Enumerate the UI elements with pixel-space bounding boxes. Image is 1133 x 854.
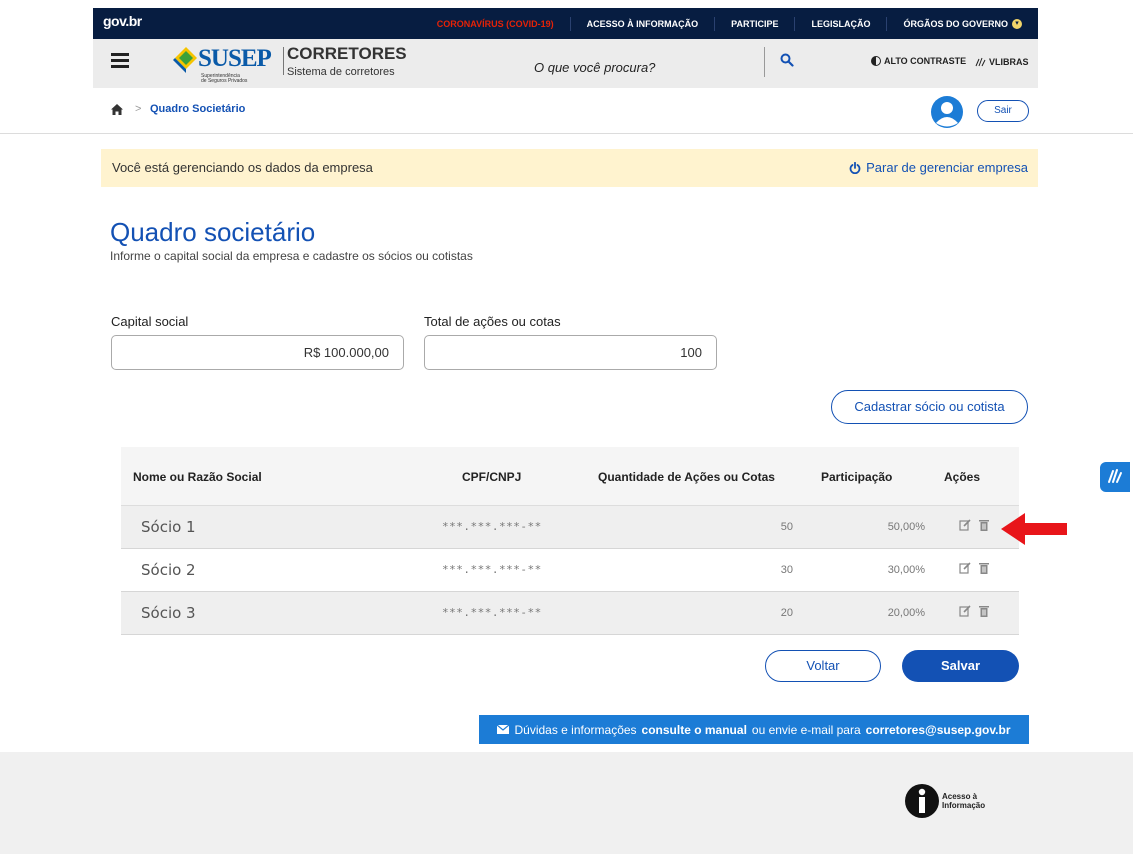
row-cpf: ***.***.***-** (442, 563, 542, 576)
table-row: Sócio 2 ***.***.***-** 30 30,00% (121, 549, 1019, 592)
edit-icon[interactable] (959, 519, 971, 531)
hand-sign-icon (1108, 469, 1122, 483)
vlibras-toggle[interactable]: VLIBRAS (973, 56, 1029, 68)
search-icon[interactable] (780, 53, 794, 67)
table-row: Sócio 3 ***.***.***-** 20 20,00% (121, 592, 1019, 635)
vlibras-widget[interactable] (1100, 462, 1130, 492)
partners-table: Nome ou Razão Social CPF/CNPJ Quantidade… (121, 447, 1019, 635)
gov-links: CORONAVÍRUS (COVID-19) ACESSO À INFORMAÇ… (421, 8, 1038, 39)
hand-sign-icon (975, 57, 986, 67)
save-button[interactable]: Salvar (902, 650, 1019, 682)
row-actions (959, 562, 989, 574)
row-cpf: ***.***.***-** (442, 606, 542, 619)
search-input[interactable]: O que você procura? (534, 60, 655, 75)
col-actions: Ações (944, 470, 981, 484)
row-qtd: 20 (780, 607, 793, 619)
trash-icon[interactable] (979, 605, 989, 617)
col-cpf: CPF/CNPJ (462, 470, 522, 484)
link-orgaos-label: ÓRGÃOS DO GOVERNO (903, 18, 1008, 29)
row-qtd: 30 (780, 564, 793, 576)
edit-icon[interactable] (959, 562, 971, 574)
info-icon (905, 784, 939, 818)
contrast-icon (871, 56, 881, 66)
table-header: Nome ou Razão Social CPF/CNPJ Quantidade… (121, 447, 1019, 506)
col-part: Participação (821, 470, 893, 484)
site-header: SUSEP Superintendência de Seguros Privad… (93, 39, 1038, 88)
capital-label: Capital social (111, 314, 189, 329)
capital-input[interactable]: R$ 100.000,00 (111, 335, 404, 370)
row-cpf: ***.***.***-** (442, 520, 542, 533)
row-name: Sócio 2 (141, 561, 196, 579)
vlibras-label: VLIBRAS (989, 57, 1029, 67)
susep-brand: SUSEP (198, 45, 272, 72)
susep-diamond-icon (173, 47, 197, 73)
breadcrumb-current: Quadro Societário (150, 103, 246, 115)
annotation-arrow-icon (1001, 513, 1067, 545)
row-name: Sócio 3 (141, 604, 196, 622)
manual-link[interactable]: consulte o manual (642, 723, 747, 737)
breadcrumb-separator: > (135, 103, 142, 115)
stop-managing-label: Parar de gerenciar empresa (866, 160, 1028, 175)
col-qtd: Quantidade de Ações ou Cotas (598, 470, 775, 484)
system-subtitle: Sistema de corretores (287, 66, 395, 78)
page-title: Quadro societário (110, 217, 316, 247)
link-legislacao[interactable]: LEGISLAÇÃO (794, 16, 886, 31)
link-covid[interactable]: CORONAVÍRUS (COVID-19) (421, 17, 570, 31)
total-label: Total de ações ou cotas (424, 314, 561, 329)
add-partner-button[interactable]: Cadastrar sócio ou cotista (831, 390, 1028, 424)
row-part: 30,00% (887, 564, 925, 576)
row-qtd: 50 (780, 521, 793, 533)
high-contrast-label: ALTO CONTRASTE (884, 56, 967, 66)
link-orgaos-governo[interactable]: ÓRGÃOS DO GOVERNO ▾ (886, 16, 1038, 31)
col-name: Nome ou Razão Social (133, 470, 262, 484)
row-part: 20,00% (887, 607, 925, 619)
row-actions (959, 519, 989, 531)
footer: Acesso à Informação (0, 752, 1133, 854)
help-text-1: Dúvidas e informações (514, 722, 637, 737)
acesso-line-2: Informação (942, 801, 986, 810)
page-subtitle: Informe o capital social da empresa e ca… (110, 249, 473, 263)
acesso-text: Acesso à Informação (942, 792, 985, 810)
susep-sub2: de Seguros Privados (201, 78, 248, 84)
help-text-2: ou envie e-mail para (751, 722, 861, 737)
row-part: 50,00% (887, 521, 925, 533)
search-divider (764, 47, 765, 77)
breadcrumb: > Quadro Societário Sair (0, 88, 1133, 134)
acesso-line-1: Acesso à (942, 792, 978, 801)
edit-icon[interactable] (959, 605, 971, 617)
logout-button[interactable]: Sair (977, 100, 1029, 122)
gov-bar: gov.br CORONAVÍRUS (COVID-19) ACESSO À I… (93, 8, 1038, 39)
row-actions (959, 605, 989, 617)
total-input[interactable]: 100 (424, 335, 717, 370)
acesso-informacao-logo[interactable]: Acesso à Informação (905, 784, 985, 818)
power-icon (849, 161, 861, 174)
susep-logo[interactable]: SUSEP Superintendência de Seguros Privad… (173, 45, 281, 85)
system-title: CORRETORES (287, 44, 407, 63)
chevron-down-icon: ▾ (1012, 19, 1022, 30)
high-contrast-toggle[interactable]: ALTO CONTRASTE (871, 56, 966, 66)
envelope-icon (497, 725, 510, 734)
stop-managing-link[interactable]: Parar de gerenciar empresa (849, 160, 1028, 175)
home-icon[interactable] (111, 104, 123, 115)
email-link[interactable]: corretores@susep.gov.br (866, 723, 1011, 737)
header-divider (283, 47, 284, 75)
govbr-logo[interactable]: gov.br (103, 13, 142, 29)
row-name: Sócio 1 (141, 518, 196, 536)
trash-icon[interactable] (979, 519, 989, 531)
managing-notice: Você está gerenciando os dados da empres… (101, 149, 1038, 187)
notice-message: Você está gerenciando os dados da empres… (112, 160, 373, 175)
help-bar: Dúvidas e informações consulte o manual … (479, 715, 1029, 744)
trash-icon[interactable] (979, 562, 989, 574)
avatar[interactable] (931, 96, 963, 128)
link-acesso-informacao[interactable]: ACESSO À INFORMAÇÃO (569, 16, 715, 31)
susep-subtitle: Superintendência de Seguros Privados (201, 74, 247, 84)
back-button[interactable]: Voltar (765, 650, 881, 682)
menu-icon[interactable] (111, 53, 129, 68)
table-row: Sócio 1 ***.***.***-** 50 50,00% (121, 506, 1019, 549)
link-participe[interactable]: PARTICIPE (714, 16, 794, 31)
